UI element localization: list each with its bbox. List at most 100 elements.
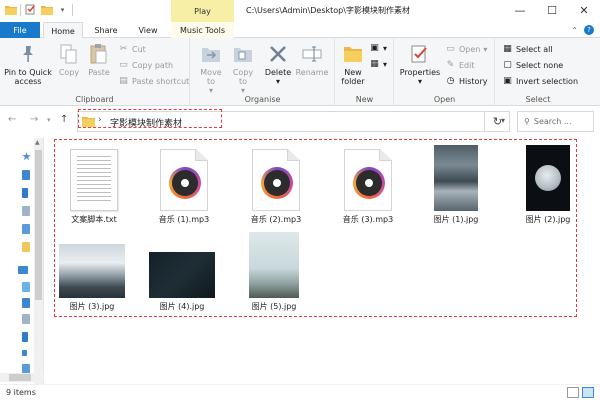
- documents-icon[interactable]: [22, 314, 30, 324]
- easy-access-button[interactable]: ▦ ▾: [369, 57, 387, 71]
- delete-button[interactable]: Delete ▾: [263, 42, 293, 86]
- rename-button[interactable]: Rename: [295, 42, 329, 77]
- paste-shortcut-button[interactable]: ▤ Paste shortcut: [118, 74, 189, 88]
- select-all-icon: ▦: [503, 44, 512, 54]
- file-item[interactable]: 文案脚本.txt: [56, 145, 132, 225]
- scroll-thumb[interactable]: [35, 150, 42, 300]
- collapse-ribbon-icon[interactable]: ⌃: [571, 26, 578, 35]
- music-icon[interactable]: [22, 350, 27, 356]
- dropdown-arrow-icon: ▾: [483, 44, 488, 54]
- large-icons-view-icon[interactable]: [582, 387, 594, 398]
- tab-share[interactable]: Share: [86, 22, 126, 38]
- pictures-icon[interactable]: [22, 224, 30, 234]
- file-item[interactable]: 图片 (2).jpg: [510, 145, 586, 225]
- select-all-button[interactable]: ▦ Select all: [502, 42, 552, 56]
- open-button[interactable]: ▭ Open ▾: [445, 42, 487, 56]
- navigation-pane: ▲ ▼: [0, 138, 44, 384]
- downloads-icon[interactable]: [22, 332, 28, 342]
- back-arrow-icon[interactable]: ←: [8, 114, 16, 125]
- files-highlight-box: [54, 139, 577, 317]
- desktop-icon[interactable]: [22, 298, 30, 308]
- folder-icon: [4, 3, 17, 16]
- new-item-button[interactable]: ▣ ▾: [369, 41, 387, 55]
- window-controls: — ☐ ✕: [504, 0, 600, 20]
- tab-view[interactable]: View: [128, 22, 168, 38]
- documents-icon[interactable]: [22, 206, 30, 216]
- history-button[interactable]: ◷ History: [445, 74, 488, 88]
- view-toggles: [567, 387, 594, 398]
- file-item[interactable]: 图片 (1).jpg: [418, 145, 494, 225]
- forward-arrow-icon[interactable]: →: [30, 114, 38, 125]
- nav-horizontal-scrollbar[interactable]: [0, 373, 44, 382]
- new-folder-icon[interactable]: [40, 3, 53, 16]
- search-icon: ⚲: [524, 117, 530, 126]
- properties-check-icon[interactable]: [24, 3, 37, 16]
- delete-x-icon: [267, 42, 289, 66]
- file-item[interactable]: 音乐 (1).mp3: [146, 145, 222, 225]
- properties-icon: [409, 42, 431, 66]
- delete-label: Delete: [264, 68, 292, 77]
- scroll-up-icon[interactable]: ▲: [35, 139, 40, 146]
- close-icon[interactable]: ✕: [568, 0, 600, 20]
- objects-3d-icon[interactable]: [22, 282, 30, 292]
- tab-file[interactable]: File: [0, 22, 40, 38]
- invert-selection-button[interactable]: ▣ Invert selection: [502, 74, 578, 88]
- file-name: 音乐 (1).mp3: [158, 215, 210, 224]
- move-to-label: Move to: [200, 68, 222, 86]
- image-thumbnail: [149, 252, 215, 298]
- file-item[interactable]: 音乐 (3).mp3: [330, 145, 406, 225]
- scroll-thumb[interactable]: [9, 374, 31, 381]
- group-clipboard: Pin to Quick access Copy Paste ✂ Cut ▭ C…: [0, 38, 190, 106]
- new-folder-icon: [342, 42, 364, 66]
- ribbon-tabs: File Home Share View Music Tools ⌃ ?: [0, 22, 600, 39]
- pin-icon: [17, 42, 39, 66]
- move-to-button[interactable]: Move to ▾: [197, 42, 225, 95]
- details-view-icon[interactable]: [567, 387, 579, 398]
- file-item[interactable]: 图片 (3).jpg: [54, 232, 130, 312]
- desktop-icon[interactable]: [22, 170, 30, 180]
- search-input[interactable]: ⚲ Search ...: [517, 111, 594, 132]
- recent-dropdown-icon[interactable]: ▾: [47, 116, 51, 124]
- tab-home[interactable]: Home: [43, 22, 83, 39]
- file-name: 图片 (4).jpg: [159, 302, 205, 311]
- scissors-icon: ✂: [119, 44, 128, 54]
- up-arrow-icon[interactable]: ↑: [60, 114, 68, 125]
- file-item[interactable]: 音乐 (2).mp3: [238, 145, 314, 225]
- window-title: C:\Users\Admin\Desktop\字影模块制作素材: [246, 6, 410, 15]
- edit-button[interactable]: ✎ Edit: [445, 58, 475, 72]
- pin-quick-access-button[interactable]: Pin to Quick access: [2, 42, 54, 86]
- image-thumbnail: [249, 232, 299, 298]
- cut-button[interactable]: ✂ Cut: [118, 42, 146, 56]
- new-item-icon: ▣: [370, 43, 379, 53]
- tab-music-tools[interactable]: Music Tools: [171, 22, 234, 38]
- file-item[interactable]: 图片 (4).jpg: [144, 232, 220, 312]
- copy-button[interactable]: Copy: [56, 42, 82, 77]
- copy-to-button[interactable]: Copy to ▾: [229, 42, 257, 95]
- paste-shortcut-label: Paste shortcut: [132, 76, 190, 86]
- music-file-icon: [252, 149, 300, 211]
- customize-dropdown-icon[interactable]: ▾: [56, 3, 69, 16]
- help-icon[interactable]: ?: [584, 25, 594, 35]
- minimize-icon[interactable]: —: [504, 0, 536, 20]
- properties-button[interactable]: Properties ▾: [399, 42, 441, 86]
- this-pc-icon[interactable]: [18, 266, 28, 274]
- paste-button[interactable]: Paste: [86, 42, 112, 77]
- title-bar: ▾ Play C:\Users\Admin\Desktop\字影模块制作素材 —…: [0, 0, 600, 22]
- select-none-button[interactable]: ▢ Select none: [502, 58, 563, 72]
- file-item[interactable]: 图片 (5).jpg: [236, 232, 312, 312]
- item-count: 9 items: [6, 388, 36, 397]
- move-to-icon: [200, 42, 222, 66]
- nav-scrollbar[interactable]: ▲ ▼: [34, 138, 43, 384]
- file-name: 文案脚本.txt: [71, 215, 117, 224]
- maximize-icon[interactable]: ☐: [536, 0, 568, 20]
- copy-path-button[interactable]: ▭ Copy path: [118, 58, 173, 72]
- file-name: 音乐 (2).mp3: [250, 215, 302, 224]
- history-icon: ◷: [446, 76, 455, 86]
- quick-access-star-icon[interactable]: [22, 152, 31, 161]
- folder-icon[interactable]: [22, 242, 30, 252]
- select-none-icon: ▢: [503, 60, 512, 70]
- refresh-button[interactable]: ↻: [484, 111, 510, 132]
- new-folder-button[interactable]: New folder: [340, 42, 366, 86]
- separator: [72, 3, 73, 16]
- downloads-icon[interactable]: [22, 188, 28, 198]
